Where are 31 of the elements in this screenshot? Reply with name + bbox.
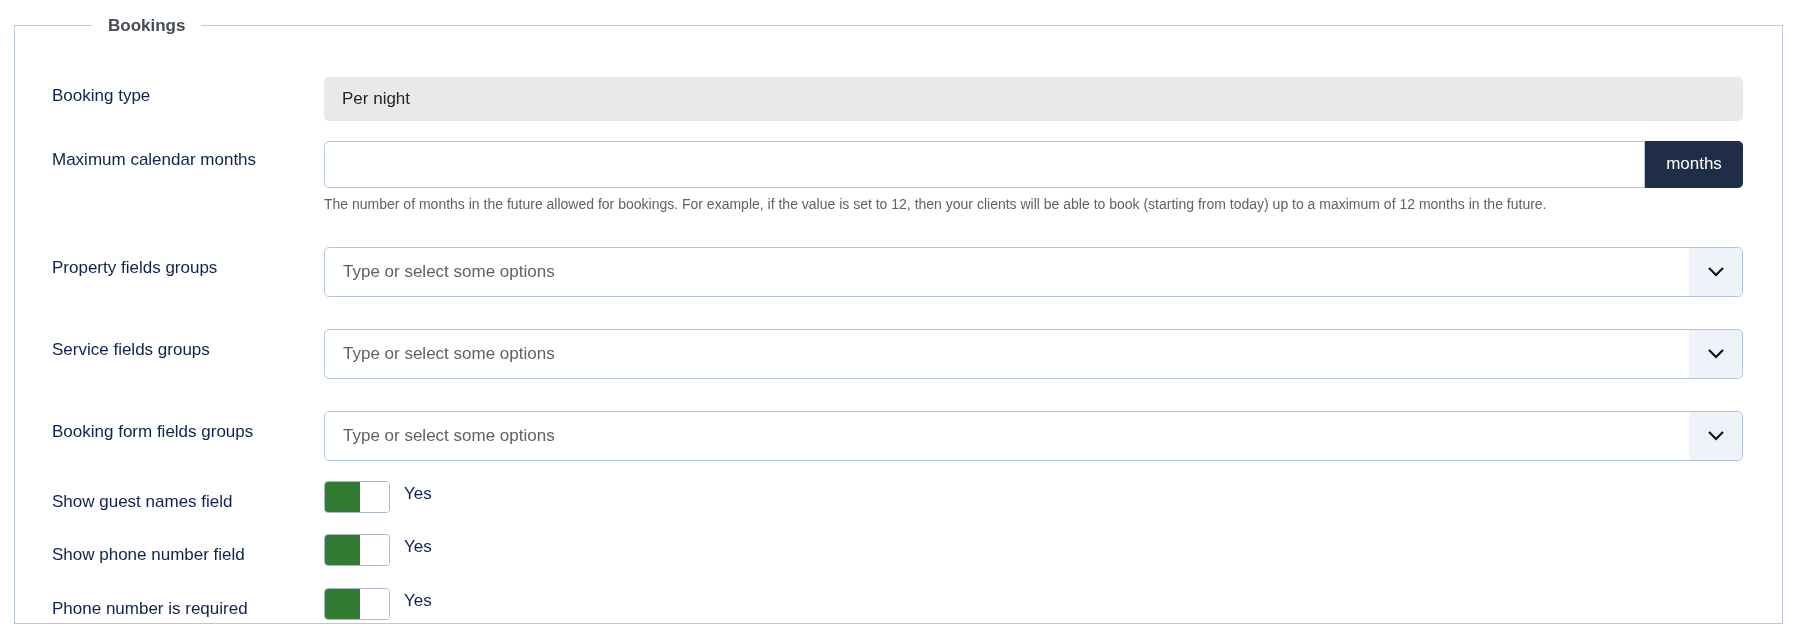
- toggle-state-label: Yes: [404, 482, 432, 505]
- multi-select-field[interactable]: Type or select some options: [324, 410, 1743, 461]
- field-label: Maximum calendar months: [52, 149, 257, 169]
- select-placeholder: Type or select some options: [342, 260, 556, 283]
- months-addon: months: [1645, 140, 1743, 188]
- dropdown-toggle[interactable]: [1689, 411, 1742, 460]
- select-placeholder: Type or select some options: [342, 424, 556, 447]
- months-input-field[interactable]: [324, 140, 1645, 188]
- field-label: Phone number is required: [52, 598, 248, 618]
- multi-select-field[interactable]: Type or select some options: [324, 328, 1743, 379]
- help-text: The number of months in the future allowed for bookings. For example, if the value is set to 12, then your clients will be able to book (starting from today) up to a maximum of 12 months in the future.: [324, 194, 1548, 214]
- chevron-down-icon: [1706, 266, 1725, 277]
- fieldset-legend: Bookings: [92, 13, 202, 39]
- readonly-field: Per night: [324, 76, 1743, 121]
- field-label: Show phone number field: [52, 545, 245, 564]
- dropdown-toggle[interactable]: [1689, 247, 1742, 296]
- toggle-switch[interactable]: [324, 587, 390, 620]
- field-label: Service fields groups: [52, 339, 210, 359]
- field-label: Booking form fields groups: [52, 421, 254, 441]
- field-label: Show guest names field: [52, 491, 233, 511]
- chevron-down-icon: [1706, 430, 1725, 441]
- chevron-down-icon: [1706, 348, 1725, 359]
- multi-select-field[interactable]: Type or select some options: [324, 246, 1743, 297]
- toggle-switch[interactable]: [324, 534, 390, 566]
- select-placeholder: Type or select some options: [342, 342, 556, 365]
- toggle-state-label: Yes: [404, 589, 432, 612]
- toggle-state-label: Yes: [404, 536, 432, 558]
- toggle-switch[interactable]: [324, 480, 390, 513]
- field-label: Property fields groups: [52, 257, 218, 277]
- field-label: Booking type: [52, 85, 151, 105]
- dropdown-toggle[interactable]: [1689, 329, 1742, 378]
